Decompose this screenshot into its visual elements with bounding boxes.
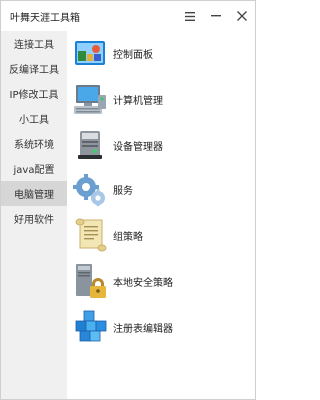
sidebar-item-system-env[interactable]: 系统环境	[1, 131, 67, 156]
computer-management-icon	[71, 80, 109, 118]
control-panel-icon	[71, 34, 109, 72]
sidebar-item-label: 连接工具	[14, 40, 54, 51]
tool-label: 服务	[113, 185, 133, 197]
sidebar: 连接工具 反编译工具 IP修改工具 小工具 系统环境 java配置 电脑管理 好…	[1, 31, 67, 399]
tool-list: 控制面板 计算机管理 设备管理器 服务 组策略 本地安全策略 注册表编辑器	[67, 31, 255, 399]
sidebar-item-ip-tools[interactable]: IP修改工具	[1, 81, 67, 106]
title-bar[interactable]: 叶舞天涯工具箱	[1, 1, 255, 31]
tool-computer-management[interactable]: 计算机管理	[71, 79, 251, 119]
sidebar-item-small-tools[interactable]: 小工具	[1, 106, 67, 131]
group-policy-scroll-icon	[71, 216, 109, 254]
local-security-policy-icon	[71, 262, 109, 300]
minimize-icon	[211, 15, 221, 17]
tool-label: 注册表编辑器	[113, 323, 173, 335]
hamburger-icon	[185, 11, 195, 21]
tool-label: 计算机管理	[113, 95, 163, 107]
sidebar-item-decompile-tools[interactable]: 反编译工具	[1, 56, 67, 81]
sidebar-item-label: IP修改工具	[9, 90, 59, 101]
sidebar-item-label: 系统环境	[14, 140, 54, 151]
tool-label: 控制面板	[113, 49, 153, 61]
window-title: 叶舞天涯工具箱	[10, 12, 80, 24]
tool-group-policy[interactable]: 组策略	[71, 215, 251, 255]
tool-services[interactable]: 服务	[71, 169, 251, 209]
tool-control-panel[interactable]: 控制面板	[71, 33, 251, 73]
sidebar-item-label: java配置	[13, 165, 55, 176]
menu-button[interactable]	[177, 1, 203, 31]
tool-label: 设备管理器	[113, 141, 163, 153]
close-icon	[237, 11, 247, 21]
tool-device-manager[interactable]: 设备管理器	[71, 125, 251, 165]
close-button[interactable]	[229, 1, 255, 31]
registry-editor-icon	[71, 308, 109, 346]
sidebar-item-label: 电脑管理	[14, 190, 54, 201]
sidebar-item-pc-management[interactable]: 电脑管理	[1, 181, 67, 206]
sidebar-item-connect-tools[interactable]: 连接工具	[1, 31, 67, 56]
tool-label: 本地安全策略	[113, 277, 173, 289]
tool-local-security-policy[interactable]: 本地安全策略	[71, 261, 251, 301]
tool-label: 组策略	[113, 231, 143, 243]
sidebar-item-label: 小工具	[19, 115, 49, 126]
app-window: 叶舞天涯工具箱 连接工具 反编译工具 IP修改工具 小工具 系统环境 java配…	[0, 0, 256, 400]
minimize-button[interactable]	[203, 1, 229, 31]
tool-registry-editor[interactable]: 注册表编辑器	[71, 307, 251, 347]
sidebar-item-useful-software[interactable]: 好用软件	[1, 206, 67, 231]
sidebar-item-java-config[interactable]: java配置	[1, 156, 67, 181]
device-manager-icon	[71, 126, 109, 164]
services-gears-icon	[71, 170, 109, 208]
sidebar-item-label: 好用软件	[14, 215, 54, 226]
sidebar-item-label: 反编译工具	[9, 65, 59, 76]
